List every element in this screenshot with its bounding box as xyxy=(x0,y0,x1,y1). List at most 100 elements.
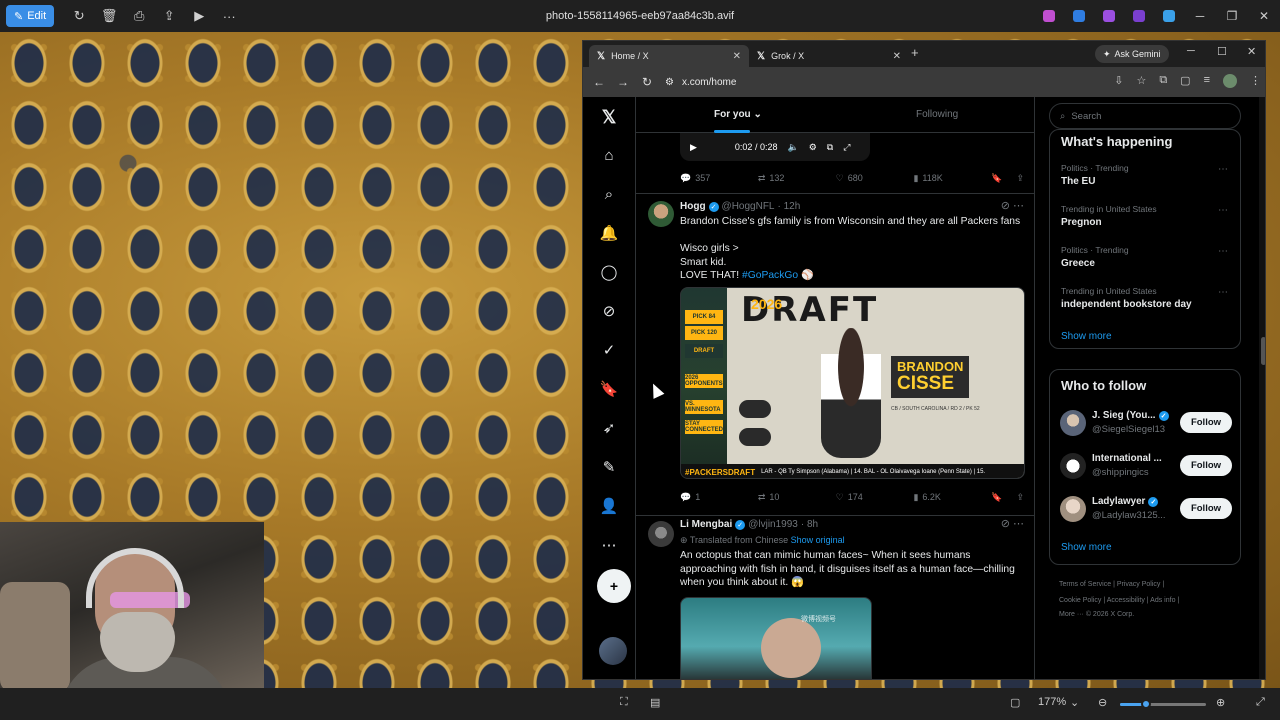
trend-name[interactable]: Greece xyxy=(1061,258,1095,269)
reply-button[interactable]: 💬 1 xyxy=(680,492,758,503)
print-icon[interactable]: ⎙ xyxy=(124,5,154,27)
account-avatar[interactable] xyxy=(599,637,627,665)
profile-avatar[interactable] xyxy=(1223,74,1237,88)
scroll-thumb[interactable] xyxy=(1261,337,1265,365)
fit-icon[interactable]: ⛶ xyxy=(620,696,628,709)
trend-name[interactable]: The EU xyxy=(1061,176,1095,187)
repost-button[interactable]: ⇄ 10 xyxy=(758,492,836,503)
grok-icon[interactable]: ⊘ xyxy=(597,299,621,323)
copilot-icon[interactable] xyxy=(1043,10,1055,22)
author-name[interactable]: Li Mengbai xyxy=(680,519,732,530)
rocket-icon[interactable]: ➶ xyxy=(597,416,621,440)
restore-icon[interactable]: ❐ xyxy=(1216,0,1248,32)
tab-for-you[interactable]: For you ⌄ xyxy=(714,109,762,120)
app-icon[interactable] xyxy=(1133,10,1145,22)
share-icon[interactable]: ⇪ xyxy=(1016,173,1024,184)
tab-close-icon[interactable]: ✕ xyxy=(733,51,741,62)
share-icon[interactable]: ⇪ xyxy=(1016,492,1024,503)
zoom-slider[interactable] xyxy=(1120,699,1206,709)
screenshot-icon[interactable]: ▢ xyxy=(1180,74,1190,88)
rotate-icon[interactable]: ↻ xyxy=(64,5,94,27)
footer-links[interactable]: Cookie Policy | Accessibility | Ads info… xyxy=(1059,597,1179,604)
maximize-icon[interactable]: ☐ xyxy=(1217,45,1227,58)
author-handle[interactable]: @lvjin1993 xyxy=(748,519,798,530)
fullscreen-icon[interactable]: ⤢ xyxy=(1256,696,1265,709)
views-button[interactable]: ▮ 6.2K xyxy=(913,492,991,503)
show-original-link[interactable]: Show original xyxy=(791,535,845,545)
hashtag-link[interactable]: #GoPackGo xyxy=(742,270,798,281)
follow-button[interactable]: Follow xyxy=(1180,455,1232,476)
tab-following[interactable]: Following xyxy=(916,109,958,120)
suggestion-name[interactable]: J. Sieg (You... ✓ xyxy=(1092,410,1169,421)
zoom-out-icon[interactable]: ⊖ xyxy=(1098,696,1107,709)
back-icon[interactable]: ← xyxy=(587,75,611,89)
share-icon[interactable]: ⇪ xyxy=(154,5,184,27)
home-icon[interactable]: ⌂ xyxy=(597,143,621,167)
actual-size-icon[interactable]: ▢ xyxy=(1010,696,1020,709)
reload-icon[interactable]: ↻ xyxy=(635,75,659,89)
views-button[interactable]: ▮ 118K xyxy=(913,173,991,184)
info-icon[interactable]: ▤ xyxy=(650,696,660,709)
more-icon[interactable]: ⋯ xyxy=(597,533,621,557)
avatar[interactable] xyxy=(1060,496,1086,522)
bookmark-icon[interactable]: 🔖 xyxy=(991,173,1002,184)
settings-icon[interactable]: ⚙ xyxy=(809,142,817,153)
trend-name[interactable]: independent bookstore day xyxy=(1061,299,1192,310)
articles-icon[interactable]: ✎ xyxy=(597,455,621,479)
address-bar[interactable]: ⚙ x.com/home xyxy=(665,77,736,88)
forward-icon[interactable]: → xyxy=(611,75,635,89)
close-icon[interactable]: ✕ xyxy=(1248,0,1280,32)
extensions-icon[interactable]: ⧉ xyxy=(1159,74,1167,88)
media-icon[interactable]: ≡ xyxy=(1204,74,1210,88)
tweet-image[interactable]: PICK 84 PICK 120 DRAFT 2026 OPPONENTS VS… xyxy=(680,287,1025,479)
show-more-link[interactable]: Show more xyxy=(1061,542,1112,553)
search-icon[interactable]: ⌕ xyxy=(597,182,621,206)
follow-button[interactable]: Follow xyxy=(1180,498,1232,519)
like-button[interactable]: ♡ 174 xyxy=(836,492,914,503)
zoom-slider-thumb[interactable] xyxy=(1140,699,1151,709)
delete-icon[interactable]: 🗑 xyxy=(94,5,124,27)
avatar[interactable] xyxy=(1060,453,1086,479)
bookmark-icon[interactable]: 🔖 xyxy=(991,492,1002,503)
play-icon[interactable]: ▶ xyxy=(690,142,697,153)
trend-name[interactable]: Pregnon xyxy=(1061,217,1102,228)
avatar[interactable] xyxy=(648,201,674,227)
tweet-time[interactable]: · 12h xyxy=(778,201,801,212)
follow-button[interactable]: Follow xyxy=(1180,412,1232,433)
trend-more-icon[interactable]: ⋯ xyxy=(1218,164,1228,175)
trend-more-icon[interactable]: ⋯ xyxy=(1218,246,1228,257)
author-handle[interactable]: @HoggNFL xyxy=(722,201,775,212)
tweet[interactable]: Hogg ✓ @HoggNFL · 12h ⊘ ⋯ Brandon Cisse'… xyxy=(636,193,1034,515)
minimize-icon[interactable]: ─ xyxy=(1187,45,1195,57)
tab-grok-x[interactable]: 𝕏 Grok / X ✕ xyxy=(749,45,909,67)
page-scrollbar[interactable] xyxy=(1259,97,1265,679)
more-icon[interactable]: ··· xyxy=(214,5,244,27)
cloud-icon[interactable] xyxy=(1163,10,1175,22)
volume-icon[interactable]: 🔈 xyxy=(787,142,798,153)
tweet-more-icon[interactable]: ⊘ ⋯ xyxy=(1001,199,1024,212)
profile-icon[interactable]: 👤 xyxy=(597,494,621,518)
repost-button[interactable]: ⇄ 132 xyxy=(758,173,836,184)
post-button[interactable]: + xyxy=(597,569,631,603)
close-icon[interactable]: ✕ xyxy=(1247,45,1256,58)
zoom-in-icon[interactable]: ⊕ xyxy=(1216,696,1225,709)
like-button[interactable]: ♡ 680 xyxy=(836,173,914,184)
avatar[interactable] xyxy=(648,521,674,547)
minimize-icon[interactable]: ─ xyxy=(1184,0,1216,32)
slideshow-icon[interactable]: ▶ xyxy=(184,5,214,27)
ask-gemini-button[interactable]: ✦ Ask Gemini xyxy=(1095,45,1169,63)
bookmarks-icon[interactable]: 🔖 xyxy=(597,377,621,401)
suggestion-name[interactable]: Ladylawyer ✓ xyxy=(1092,496,1159,507)
tweet-time[interactable]: · 8h xyxy=(801,519,818,530)
notifications-icon[interactable]: 🔔 xyxy=(597,221,621,245)
tweet-more-icon[interactable]: ⊘ ⋯ xyxy=(1001,517,1024,530)
designer-icon[interactable] xyxy=(1073,10,1085,22)
messages-icon[interactable]: ◯ xyxy=(597,260,621,284)
tweet-video[interactable]: 微博视频号 xyxy=(680,597,872,679)
show-more-link[interactable]: Show more xyxy=(1061,331,1112,342)
footer-links[interactable]: More ··· © 2026 X Corp. xyxy=(1059,611,1134,618)
trend-more-icon[interactable]: ⋯ xyxy=(1218,205,1228,216)
new-tab-button[interactable]: + xyxy=(911,45,919,60)
tweet[interactable]: Li Mengbai ✓ @lvjin1993 · 8h ⊘ ⋯ ⊕ Trans… xyxy=(636,515,1034,679)
install-icon[interactable]: ⇩ xyxy=(1114,74,1123,88)
